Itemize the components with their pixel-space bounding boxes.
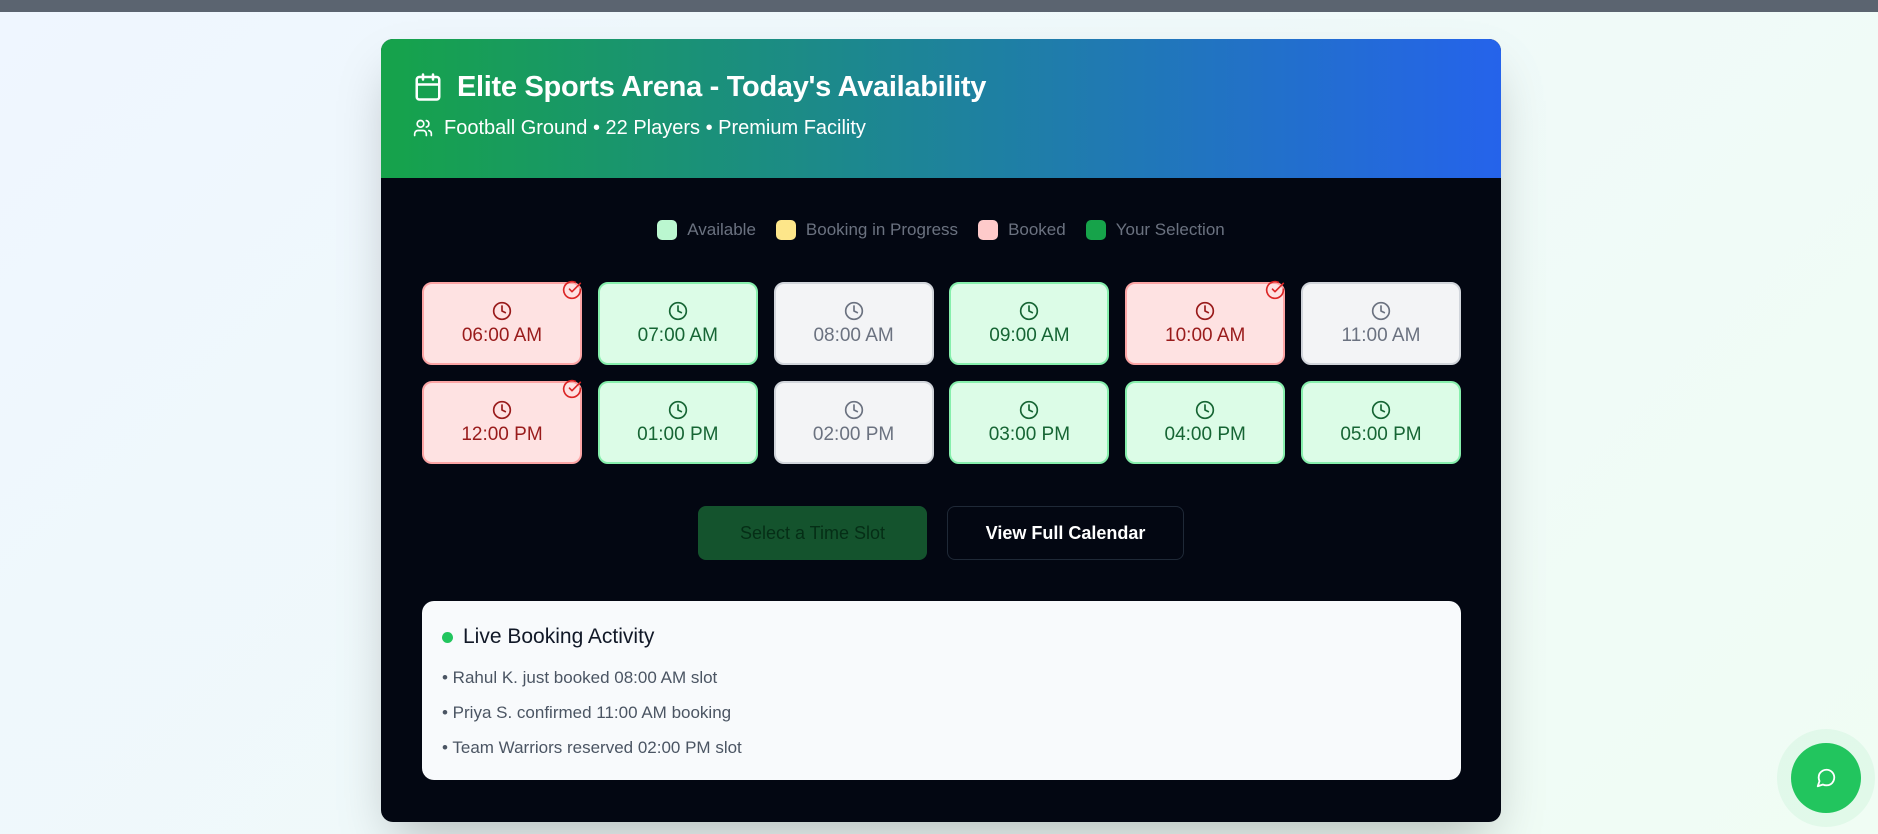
card-header: Elite Sports Arena - Today's Availabilit…	[381, 39, 1501, 178]
page-title: Elite Sports Arena - Today's Availabilit…	[457, 70, 987, 103]
legend-item-in-progress: Booking in Progress	[775, 220, 959, 240]
check-circle-icon	[1265, 280, 1285, 300]
browser-top-bar	[0, 0, 1878, 12]
select-time-slot-button[interactable]: Select a Time Slot	[698, 506, 927, 560]
users-icon	[413, 118, 433, 138]
clock-icon	[1195, 301, 1215, 321]
time-slot-unavailable[interactable]: 02:00 PM	[773, 381, 934, 464]
time-slot-label: 11:00 AM	[1341, 324, 1421, 346]
activity-list: • Rahul K. just booked 08:00 AM slot • P…	[442, 667, 1441, 772]
activity-title: Live Booking Activity	[463, 625, 655, 648]
legend-swatch	[657, 220, 678, 240]
clock-icon	[1195, 400, 1215, 420]
time-slot-available[interactable]: 01:00 PM	[597, 381, 758, 464]
time-slot-booked[interactable]: 12:00 PM	[422, 379, 582, 464]
clock-icon	[1019, 301, 1039, 321]
time-slot-label: 05:00 PM	[1340, 423, 1422, 445]
clock-icon	[844, 400, 864, 420]
clock-icon	[1019, 400, 1039, 420]
clock-icon	[492, 400, 512, 420]
time-slot-unavailable[interactable]: 11:00 AM	[1300, 282, 1461, 365]
time-slot-available[interactable]: 03:00 PM	[949, 381, 1110, 464]
clock-icon	[844, 301, 864, 321]
legend-label: Booked	[1008, 220, 1066, 239]
legend-label: Booking in Progress	[805, 220, 959, 239]
check-circle-icon	[562, 379, 582, 399]
time-slot-label: 03:00 PM	[988, 423, 1071, 445]
time-slot-booked[interactable]: 06:00 AM	[422, 280, 582, 365]
time-slot-label: 04:00 PM	[1164, 423, 1246, 445]
calendar-icon	[413, 72, 443, 102]
live-indicator-dot	[442, 631, 453, 643]
view-full-calendar-button[interactable]: View Full Calendar	[947, 506, 1184, 560]
time-slot-available[interactable]: 04:00 PM	[1125, 381, 1286, 464]
availability-card: Elite Sports Arena - Today's Availabilit…	[381, 39, 1501, 822]
legend-label: Your Selection	[1115, 220, 1225, 239]
time-slot-available[interactable]: 05:00 PM	[1300, 381, 1461, 464]
clock-icon	[492, 301, 512, 321]
time-slot-label: 08:00 AM	[813, 324, 894, 346]
time-slot-booked[interactable]: 10:00 AM	[1125, 280, 1286, 365]
message-circle-icon	[1815, 767, 1837, 789]
legend-item-booked: Booked	[978, 220, 1066, 240]
clock-icon	[668, 400, 688, 420]
time-slot-label: 06:00 AM	[461, 324, 543, 346]
action-buttons: Select a Time Slot View Full Calendar	[381, 506, 1501, 560]
time-slot-unavailable[interactable]: 08:00 AM	[773, 282, 934, 365]
clock-icon	[1371, 400, 1391, 420]
legend-label: Available	[687, 220, 756, 239]
legend-swatch	[978, 220, 999, 240]
time-slot-label: 02:00 PM	[812, 423, 895, 445]
legend-item-available: Available	[657, 220, 756, 240]
status-legend: Available Booking in Progress Booked You…	[381, 220, 1501, 240]
live-activity-panel: Live Booking Activity • Rahul K. just bo…	[422, 601, 1461, 780]
legend-swatch	[1085, 220, 1106, 240]
time-slot-label: 07:00 AM	[637, 324, 718, 346]
activity-item: • Priya S. confirmed 11:00 AM booking	[442, 703, 732, 722]
time-slot-label: 10:00 AM	[1165, 324, 1246, 346]
time-slot-label: 09:00 AM	[989, 324, 1070, 346]
clock-icon	[668, 301, 688, 321]
check-circle-icon	[562, 280, 582, 300]
activity-item: • Rahul K. just booked 08:00 AM slot	[442, 668, 718, 687]
activity-item: • Team Warriors reserved 02:00 PM slot	[442, 738, 742, 757]
time-slot-label: 12:00 PM	[461, 423, 543, 445]
time-slot-label: 01:00 PM	[637, 423, 719, 445]
page-subtitle: Football Ground • 22 Players • Premium F…	[444, 116, 866, 139]
time-slot-available[interactable]: 09:00 AM	[949, 282, 1110, 365]
clock-icon	[1371, 301, 1391, 321]
legend-item-your-selection: Your Selection	[1085, 220, 1225, 240]
legend-swatch	[775, 220, 796, 240]
chat-button[interactable]	[1791, 743, 1861, 813]
time-slot-available[interactable]: 07:00 AM	[597, 282, 758, 365]
time-slot-grid: 06:00 AM 07:00 AM 08:00 AM 09:00 AM 10:00 AM…	[422, 280, 1461, 464]
